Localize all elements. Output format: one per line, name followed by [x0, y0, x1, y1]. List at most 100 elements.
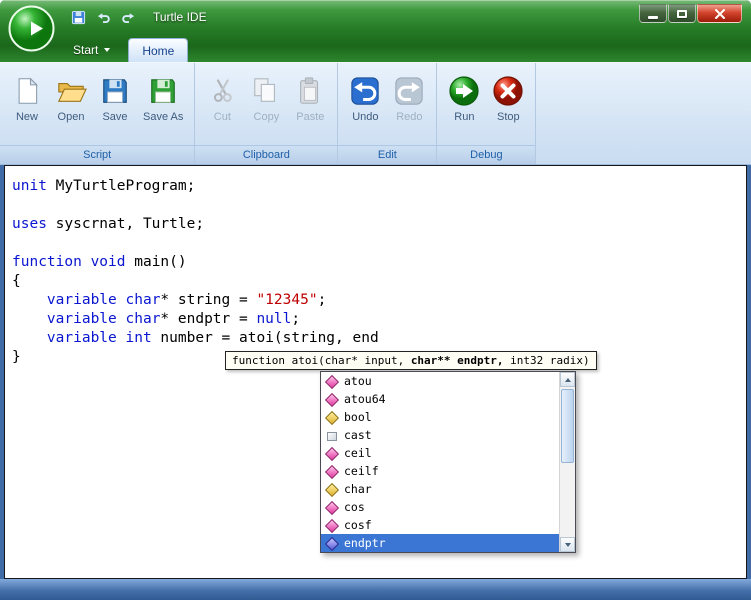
autocomplete-item-label: cast	[344, 428, 372, 442]
autocomplete-item-char[interactable]: char	[321, 480, 559, 498]
window-bottom-frame	[0, 579, 751, 600]
function-symbol-icon	[325, 447, 338, 460]
new-button[interactable]: New	[6, 68, 48, 145]
close-icon	[714, 9, 726, 19]
ribbon-button-label: Cut	[214, 111, 231, 123]
redo-icon	[394, 73, 424, 108]
autocomplete-item-label: cos	[344, 500, 365, 514]
autocomplete-item-label: endptr	[344, 536, 386, 550]
type-symbol-icon	[325, 483, 338, 496]
stop-button[interactable]: Stop	[487, 68, 529, 145]
ribbon-group-debug: Run Stop Debug	[437, 63, 536, 164]
ribbon-button-label: Redo	[396, 111, 422, 123]
code-line: function void main()	[12, 253, 746, 272]
maximize-icon	[677, 10, 687, 18]
function-symbol-icon	[325, 393, 338, 406]
code-line: variable int number = atoi(string, end	[12, 329, 746, 348]
autocomplete-item-atou64[interactable]: atou64	[321, 390, 559, 408]
scroll-up-arrow-icon[interactable]	[560, 372, 575, 387]
quick-redo-button[interactable]	[120, 9, 136, 25]
ribbon-group-clipboard: CutCopyPasteClipboard	[195, 63, 338, 164]
code-line: variable char* endptr = null;	[12, 310, 746, 329]
autocomplete-item-cos[interactable]: cos	[321, 498, 559, 516]
window-controls	[639, 4, 742, 23]
ribbon-group-label: Debug	[437, 145, 535, 164]
scrollbar-thumb[interactable]	[561, 389, 574, 463]
close-button[interactable]	[697, 4, 742, 23]
chevron-down-icon	[104, 48, 110, 52]
autocomplete-item-ceilf[interactable]: ceilf	[321, 462, 559, 480]
ribbon: NewOpenSaveSave AsScriptCutCopyPasteClip…	[0, 62, 751, 165]
ribbon-group-edit: Undo Redo Edit	[338, 63, 437, 164]
cut-icon	[209, 73, 235, 108]
open-button[interactable]: Open	[50, 68, 92, 145]
function-symbol-icon	[325, 465, 338, 478]
undo-icon	[350, 73, 380, 108]
autocomplete-item-cast[interactable]: cast	[321, 426, 559, 444]
autocomplete-item-ceil[interactable]: ceil	[321, 444, 559, 462]
ribbon-button-label: Save	[102, 111, 127, 123]
cast-symbol-icon	[325, 429, 338, 442]
code-area: unit MyTurtleProgram; uses syscrnat, Tur…	[5, 166, 746, 367]
title-bar: Turtle IDE Start Home	[0, 0, 751, 62]
autocomplete-item-label: ceil	[344, 446, 372, 460]
copy-button: Copy	[245, 68, 287, 145]
run-button[interactable]: Run	[443, 68, 485, 145]
save-button[interactable]: Save	[94, 68, 136, 145]
code-line	[12, 196, 746, 215]
ribbon-group-label: Edit	[338, 145, 436, 164]
autocomplete-item-label: char	[344, 482, 372, 496]
quick-undo-button[interactable]	[95, 9, 111, 25]
tab-start-label: Start	[73, 43, 98, 57]
ribbon-button-label: Copy	[254, 111, 280, 123]
autocomplete-item-bool[interactable]: bool	[321, 408, 559, 426]
undo-button[interactable]: Undo	[344, 68, 386, 145]
autocomplete-item-label: atou	[344, 374, 372, 388]
ribbon-button-label: Paste	[296, 111, 324, 123]
type-symbol-icon	[325, 411, 338, 424]
ribbon-filler	[536, 63, 751, 164]
autocomplete-item-label: atou64	[344, 392, 386, 406]
code-editor[interactable]: unit MyTurtleProgram; uses syscrnat, Tur…	[4, 165, 747, 579]
tab-start[interactable]: Start	[60, 38, 123, 62]
autocomplete-item-endptr[interactable]: endptr	[321, 534, 559, 552]
autocomplete-scrollbar[interactable]	[559, 372, 575, 552]
tab-home[interactable]: Home	[128, 38, 188, 62]
code-line	[12, 234, 746, 253]
cut-button: Cut	[201, 68, 243, 145]
code-line: uses syscrnat, Turtle;	[12, 215, 746, 234]
quick-save-button[interactable]	[70, 9, 86, 25]
autocomplete-item-label: cosf	[344, 518, 372, 532]
function-symbol-icon	[325, 501, 338, 514]
ribbon-button-label: New	[16, 111, 38, 123]
save-as-icon	[148, 73, 178, 108]
code-line: {	[12, 272, 746, 291]
ribbon-button-label: Save As	[143, 111, 183, 123]
autocomplete-item-atou[interactable]: atou	[321, 372, 559, 390]
variable-symbol-icon	[325, 537, 338, 550]
code-line: variable char* string = "12345";	[12, 291, 746, 310]
window-title: Turtle IDE	[153, 10, 207, 24]
ribbon-group-script: New Open Save Save As Script	[0, 63, 195, 164]
app-window: Turtle IDE Start Home New Open Save Save As…	[0, 0, 751, 600]
scroll-down-arrow-icon[interactable]	[560, 537, 575, 552]
minimize-button[interactable]	[639, 4, 667, 23]
redo-button: Redo	[388, 68, 430, 145]
new-file-icon	[13, 73, 41, 108]
ribbon-button-label: Open	[58, 111, 85, 123]
app-menu-orb[interactable]	[8, 5, 55, 52]
save-as-button[interactable]: Save As	[138, 68, 188, 145]
tab-home-label: Home	[142, 44, 174, 58]
quick-access-toolbar	[70, 9, 136, 25]
ribbon-group-label: Script	[0, 145, 194, 164]
copy-icon	[251, 73, 281, 108]
ribbon-tabs: Start Home	[60, 36, 188, 62]
ribbon-button-label: Stop	[497, 111, 520, 123]
autocomplete-item-label: bool	[344, 410, 372, 424]
autocomplete-popup: atou atou64 bool cast ceil ceilf char cos cosf en…	[320, 371, 576, 553]
open-folder-icon	[55, 73, 87, 108]
maximize-button[interactable]	[668, 4, 696, 23]
paste-icon	[295, 73, 325, 108]
code-line: unit MyTurtleProgram;	[12, 177, 746, 196]
autocomplete-item-cosf[interactable]: cosf	[321, 516, 559, 534]
